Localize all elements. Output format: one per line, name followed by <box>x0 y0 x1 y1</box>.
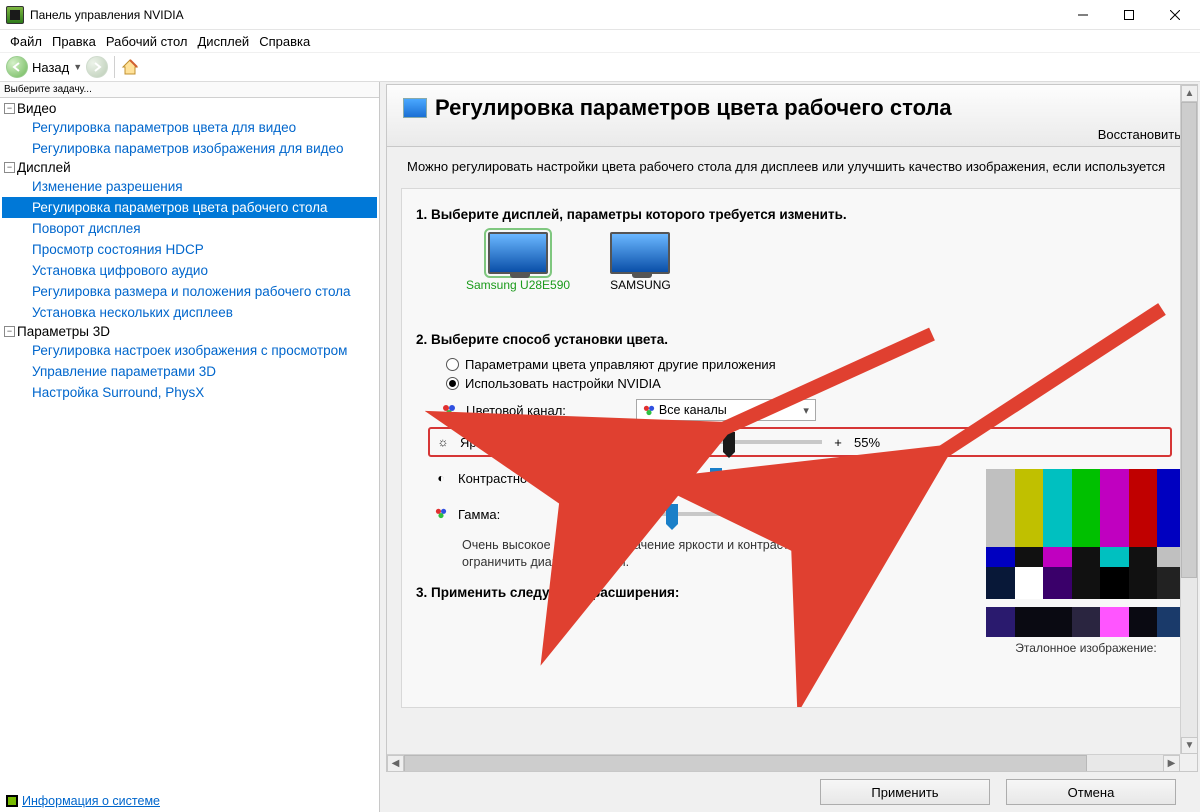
collapse-icon[interactable]: − <box>4 162 15 173</box>
increase-button[interactable]: + <box>830 507 842 522</box>
collapse-icon[interactable]: − <box>4 326 15 337</box>
back-button[interactable] <box>6 56 28 78</box>
tree-item[interactable]: Регулировка параметров изображения для в… <box>2 138 377 159</box>
decrease-button[interactable]: - <box>578 471 590 486</box>
forward-button[interactable] <box>86 56 108 78</box>
page-header: Регулировка параметров цвета рабочего ст… <box>387 85 1197 147</box>
horizontal-scrollbar[interactable]: ◀ ▶ <box>387 754 1180 771</box>
menu-display[interactable]: Дисплей <box>194 32 254 51</box>
channel-icon <box>442 403 456 417</box>
scroll-left-button: ◀ <box>387 755 404 772</box>
collapse-icon[interactable]: − <box>4 103 15 114</box>
tree-item[interactable]: Регулировка настроек изображения с просм… <box>2 340 377 361</box>
task-label: Выберите задачу... <box>0 82 379 98</box>
step2-title: 2. Выберите способ установки цвета. <box>416 332 1172 347</box>
radio-icon <box>446 358 459 371</box>
tree-item[interactable]: Управление параметрами 3D <box>2 361 377 382</box>
tree-category-display[interactable]: −Дисплей <box>2 159 377 176</box>
tree-item[interactable]: Установка нескольких дисплеев <box>2 302 377 323</box>
reference-preview: Эталонное изображение: <box>986 469 1186 654</box>
back-dropdown[interactable]: ▼ <box>73 62 82 72</box>
settings-panel: 1. Выберите дисплей, параметры которого … <box>401 188 1187 708</box>
radio-icon <box>446 377 459 390</box>
header-icon <box>403 98 427 118</box>
menubar: Файл Правка Рабочий стол Дисплей Справка <box>0 30 1200 52</box>
brightness-slider[interactable] <box>602 440 822 444</box>
task-tree: −Видео Регулировка параметров цвета для … <box>0 98 379 790</box>
home-icon[interactable] <box>121 58 139 76</box>
channel-label: Цветовой канал: <box>466 403 566 418</box>
cancel-button[interactable]: Отмена <box>1006 779 1176 805</box>
display-option-1[interactable]: Samsung U28E590 <box>466 232 570 292</box>
brightness-row: ☼ Яркость: - + 55% <box>428 427 1172 457</box>
increase-button[interactable]: + <box>830 471 842 486</box>
maximize-button[interactable] <box>1106 0 1152 30</box>
gamma-slider[interactable] <box>600 512 820 516</box>
minimize-button[interactable] <box>1060 0 1106 30</box>
menu-file[interactable]: Файл <box>6 32 46 51</box>
slider-note: Очень высокое или низкое значение яркост… <box>462 537 902 571</box>
apply-button[interactable]: Применить <box>820 779 990 805</box>
nvidia-icon <box>6 6 24 24</box>
tree-item[interactable]: Регулировка параметров цвета для видео <box>2 117 377 138</box>
gamma-value: 1.00 <box>852 507 900 522</box>
radio-nvidia[interactable]: Использовать настройки NVIDIA <box>446 376 1172 391</box>
toolbar: Назад ▼ <box>0 52 1200 82</box>
brightness-icon: ☼ <box>436 435 450 449</box>
page-title: Регулировка параметров цвета рабочего ст… <box>435 95 952 121</box>
close-button[interactable] <box>1152 0 1198 30</box>
tree-item[interactable]: Поворот дисплея <box>2 218 377 239</box>
window-title: Панель управления NVIDIA <box>30 8 1060 22</box>
titlebar: Панель управления NVIDIA <box>0 0 1200 30</box>
tree-category-3d[interactable]: −Параметры 3D <box>2 323 377 340</box>
scroll-up-button: ▲ <box>1181 85 1198 102</box>
tree-item[interactable]: Просмотр состояния HDCP <box>2 239 377 260</box>
decrease-button[interactable]: - <box>578 507 590 522</box>
contrast-slider[interactable] <box>600 476 820 480</box>
radio-other-apps[interactable]: Параметрами цвета управляют другие прило… <box>446 357 1172 372</box>
tree-item-selected[interactable]: Регулировка параметров цвета рабочего ст… <box>2 197 377 218</box>
menu-desktop[interactable]: Рабочий стол <box>102 32 192 51</box>
scroll-right-button: ▶ <box>1163 755 1180 772</box>
nvidia-info-icon <box>6 795 18 807</box>
monitor-icon <box>488 232 548 274</box>
vertical-scrollbar[interactable]: ▲ ▼ <box>1180 85 1197 754</box>
contrast-icon: ◐ <box>434 471 448 485</box>
decrease-button[interactable]: - <box>580 435 592 450</box>
toolbar-separator <box>114 56 115 78</box>
scroll-down-button: ▼ <box>1181 737 1198 754</box>
tree-item[interactable]: Установка цифрового аудио <box>2 260 377 281</box>
gamma-icon <box>434 507 448 522</box>
menu-edit[interactable]: Правка <box>48 32 100 51</box>
footer: Применить Отмена <box>384 772 1200 812</box>
main-area: Регулировка параметров цвета рабочего ст… <box>380 82 1200 812</box>
brightness-value: 55% <box>854 435 902 450</box>
system-info-link[interactable]: Информация о системе <box>0 790 379 812</box>
preview-caption: Эталонное изображение: <box>986 641 1186 655</box>
display-option-2[interactable]: SAMSUNG <box>610 232 671 292</box>
tree-item[interactable]: Настройка Surround, PhysX <box>2 382 377 403</box>
menu-help[interactable]: Справка <box>255 32 314 51</box>
contrast-value: 50% <box>852 471 900 486</box>
restore-link[interactable]: Восстановить <box>403 121 1181 142</box>
back-label: Назад <box>32 60 69 75</box>
step1-title: 1. Выберите дисплей, параметры которого … <box>416 207 1172 222</box>
sidebar: Выберите задачу... −Видео Регулировка па… <box>0 82 380 812</box>
channel-combo[interactable]: Все каналы <box>636 399 816 421</box>
tree-item[interactable]: Изменение разрешения <box>2 176 377 197</box>
tree-category-video[interactable]: −Видео <box>2 100 377 117</box>
tree-item[interactable]: Регулировка размера и положения рабочего… <box>2 281 377 302</box>
intro-text: Можно регулировать настройки цвета рабоч… <box>387 147 1197 182</box>
monitor-icon <box>610 232 670 274</box>
increase-button[interactable]: + <box>832 435 844 450</box>
